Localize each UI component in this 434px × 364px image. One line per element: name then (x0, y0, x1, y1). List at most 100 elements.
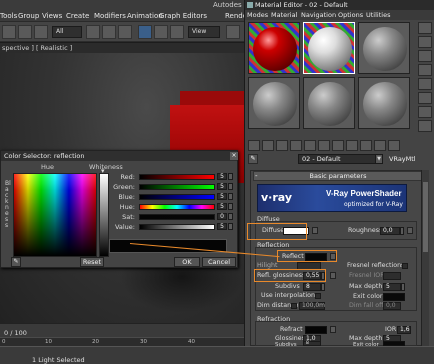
sample-slot[interactable] (248, 22, 300, 74)
reference-coord-combo[interactable]: View (188, 26, 220, 38)
sample-slot-active[interactable] (303, 22, 355, 74)
menu-item[interactable]: Group (18, 12, 39, 20)
make-preview-icon[interactable] (418, 92, 432, 104)
material-id-icon[interactable] (332, 140, 344, 151)
sat-spinner[interactable] (228, 213, 233, 220)
refraction-exit-color-swatch[interactable] (383, 341, 405, 346)
scrollbar-thumb[interactable] (423, 182, 428, 252)
menu-item[interactable]: Modes (247, 11, 268, 19)
roughness-spinner[interactable] (400, 227, 404, 235)
green-value[interactable]: 5 (217, 183, 227, 190)
material-name-field[interactable]: 02 - Default (298, 154, 376, 164)
refl-glossiness-map-button[interactable] (330, 272, 336, 279)
sat-slider[interactable] (139, 214, 215, 220)
menu-item[interactable]: Animation (127, 12, 163, 20)
show-map-icon[interactable] (346, 140, 358, 151)
make-unique-icon[interactable] (304, 140, 316, 151)
roughness-value[interactable]: 0,0 (380, 227, 400, 235)
menu-item[interactable]: Options (338, 11, 363, 19)
backlight-icon[interactable] (418, 36, 432, 48)
put-to-scene-icon[interactable] (262, 140, 274, 151)
pivot-icon[interactable] (226, 25, 240, 39)
refraction-subdivs-value[interactable]: 8 (303, 341, 321, 346)
assign-to-selection-icon[interactable] (276, 140, 288, 151)
value-spinner[interactable] (228, 223, 233, 230)
sample-slot[interactable] (303, 77, 355, 129)
undo-icon[interactable] (2, 25, 16, 39)
max-depth-value[interactable]: 5 (383, 283, 401, 291)
rollout-scrollbar[interactable] (421, 170, 429, 346)
sample-slot[interactable] (358, 22, 410, 74)
refract-map-button[interactable] (330, 326, 336, 333)
blue-spinner[interactable] (228, 193, 233, 200)
chevron-down-icon[interactable]: ▼ (375, 154, 383, 164)
hue-blackness-field[interactable] (13, 173, 97, 257)
reset-map-icon[interactable] (290, 140, 302, 151)
close-icon[interactable]: × (230, 152, 238, 160)
ior-value[interactable]: 1,6 (397, 326, 411, 334)
menu-item[interactable]: Navigation (301, 11, 336, 19)
uv-tiling-icon[interactable] (418, 64, 432, 76)
hue-spinner[interactable] (228, 203, 233, 210)
dialog-title[interactable]: Color Selector: reflection (1, 151, 237, 161)
menu-item[interactable]: Material (271, 11, 297, 19)
menu-item[interactable]: Tools (0, 12, 17, 20)
rollout-title[interactable]: Basic parameters (253, 171, 423, 181)
go-to-parent-icon[interactable] (374, 140, 386, 151)
sample-slot[interactable] (248, 77, 300, 129)
reset-button[interactable]: Reset (80, 257, 104, 267)
scale-icon[interactable] (170, 25, 184, 39)
fresnel-ior-value[interactable] (383, 272, 401, 280)
value-value[interactable]: 5 (217, 223, 227, 230)
eyedropper-icon[interactable]: ✎ (11, 257, 21, 267)
roughness-map-button[interactable] (407, 227, 413, 234)
dim-distance-value[interactable]: 100,0m (299, 302, 325, 310)
green-spinner[interactable] (228, 183, 233, 190)
selection-filter-combo[interactable]: All (52, 26, 82, 38)
cancel-button[interactable]: Cancel (202, 257, 236, 267)
green-slider[interactable] (139, 184, 215, 190)
move-icon[interactable] (138, 25, 152, 39)
region-select-icon[interactable] (118, 25, 132, 39)
red-value[interactable]: 5 (217, 173, 227, 180)
exit-color-swatch[interactable] (383, 293, 405, 301)
options-icon[interactable] (418, 106, 432, 118)
red-spinner[interactable] (228, 173, 233, 180)
diffuse-map-button[interactable] (312, 227, 318, 234)
go-forward-sibling-icon[interactable] (388, 140, 400, 151)
value-slider[interactable] (139, 224, 215, 230)
dim-distance-checkbox[interactable] (291, 303, 297, 309)
sample-slot[interactable] (358, 77, 410, 129)
sat-value[interactable]: 0 (217, 213, 227, 220)
red-slider[interactable] (139, 174, 215, 180)
put-to-library-icon[interactable] (318, 140, 330, 151)
hue-value[interactable]: 5 (217, 203, 227, 210)
subdivs-spinner[interactable] (321, 283, 325, 291)
menu-item[interactable]: Views (42, 12, 62, 20)
select-icon[interactable] (86, 25, 100, 39)
material-editor-title[interactable]: Material Editor - 02 - Default (245, 0, 434, 10)
fresnel-reflections-checkbox[interactable] (402, 263, 408, 269)
max-depth-spinner[interactable] (401, 283, 405, 291)
whiteness-marker-icon[interactable]: ▾ (101, 167, 105, 175)
select-by-name-icon[interactable] (102, 25, 116, 39)
dim-fall-off-value[interactable]: 0,0 (383, 302, 401, 310)
blue-slider[interactable] (139, 194, 215, 200)
menu-item[interactable]: Modifiers (94, 12, 126, 20)
get-material-icon[interactable] (248, 140, 260, 151)
pick-material-icon[interactable]: ✎ (248, 154, 258, 164)
rotate-icon[interactable] (154, 25, 168, 39)
video-check-icon[interactable] (418, 78, 432, 90)
viewport-label[interactable]: spective ] [ Realistic ] (0, 43, 244, 53)
sample-type-icon[interactable] (418, 22, 432, 34)
use-interpolation-checkbox[interactable] (315, 293, 321, 299)
refract-color-swatch[interactable] (305, 326, 327, 334)
menu-item[interactable]: Create (66, 12, 89, 20)
menu-item[interactable]: Utilities (366, 11, 390, 19)
hue-slider[interactable] (139, 204, 215, 210)
select-by-material-icon[interactable] (418, 120, 432, 132)
subdivs-value[interactable]: 8 (303, 283, 321, 291)
ok-button[interactable]: OK (174, 257, 200, 267)
menu-item[interactable]: Graph Editors (159, 12, 207, 20)
background-icon[interactable] (418, 50, 432, 62)
